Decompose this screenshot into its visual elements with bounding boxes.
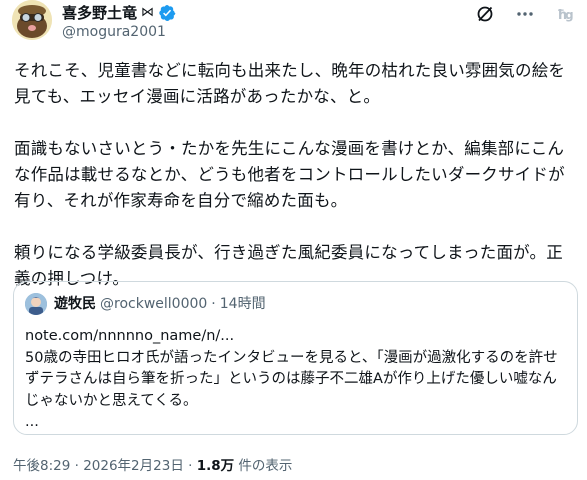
views-label: 件の表示 bbox=[234, 458, 293, 474]
quoted-post[interactable]: 遊牧民 @rockwell0000 · 14時間 note.com/nnnnno… bbox=[13, 281, 578, 435]
author-avatar[interactable] bbox=[12, 0, 52, 40]
post-actions-top: ħ g bbox=[475, 4, 575, 24]
author-name[interactable]: 喜多野土竜 bbox=[62, 3, 137, 23]
quoted-author-avatar bbox=[25, 293, 47, 315]
author-handle[interactable]: @mogura2001 bbox=[62, 23, 166, 41]
views-count: 1.8万 bbox=[196, 458, 235, 474]
grok-icon[interactable] bbox=[475, 4, 495, 24]
post-time[interactable]: 午後8:29 bbox=[13, 458, 70, 474]
quoted-time: 14時間 bbox=[219, 296, 266, 312]
meta-separator: · bbox=[70, 458, 84, 474]
post-text: それこそ、児童書などに転向も出来たし、晩年の枯れた良い雰囲気の絵を見ても、エッセ… bbox=[14, 61, 566, 288]
bookmark-extension-icon[interactable]: ħ g bbox=[555, 4, 575, 24]
quoted-author-name: 遊牧民 bbox=[54, 296, 96, 312]
quoted-author-handle: @rockwell0000 bbox=[100, 296, 208, 312]
more-icon[interactable] bbox=[515, 4, 535, 24]
bowtie-icon: ⋈ bbox=[141, 5, 155, 20]
verified-badge-icon[interactable] bbox=[158, 4, 176, 22]
quoted-separator: · bbox=[211, 296, 216, 312]
post-meta: 午後8:29 · 2026年2月23日 · 1.8万 件の表示 bbox=[13, 456, 292, 476]
meta-separator-2: · bbox=[183, 458, 197, 474]
quoted-body: note.com/nnnnno_name/n/... 50歳の寺田ヒロオ氏が語っ… bbox=[25, 328, 558, 430]
author-name-row: 喜多野土竜 ⋈ bbox=[62, 3, 176, 23]
svg-text:g: g bbox=[565, 8, 574, 22]
quoted-header: 遊牧民 @rockwell0000 · 14時間 bbox=[54, 294, 266, 314]
post-date[interactable]: 2026年2月23日 bbox=[83, 458, 184, 474]
